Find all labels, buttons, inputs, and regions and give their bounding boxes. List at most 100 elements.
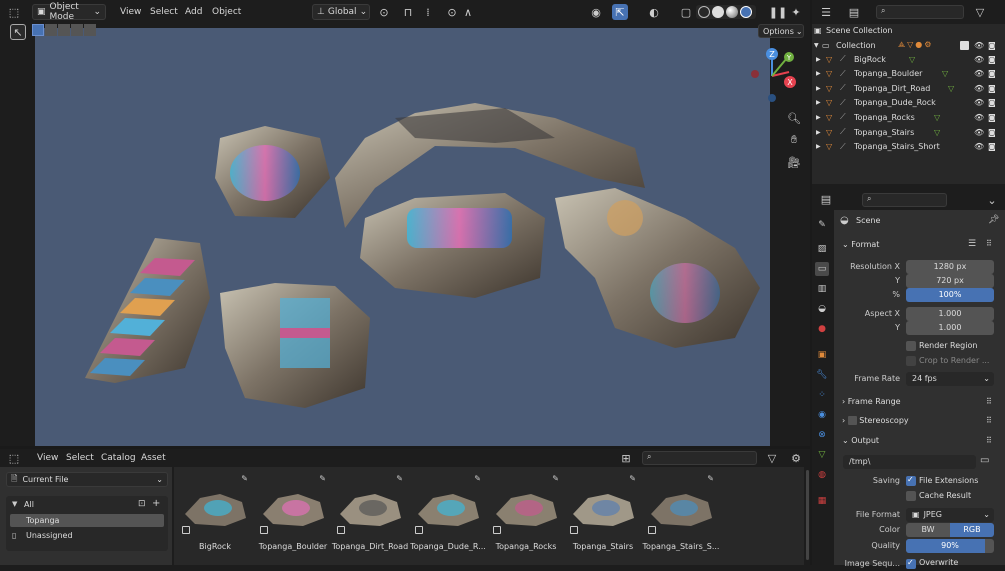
add-icon[interactable]: + [152, 498, 160, 509]
outliner-search-field[interactable]: ⌕ [876, 5, 964, 19]
snap-target-icon[interactable]: ⁞ [420, 4, 436, 20]
filter-icon[interactable]: ▽ [764, 450, 780, 466]
object-tab-icon[interactable]: ▣ [815, 348, 829, 362]
expand-arrow-icon[interactable]: ▶ [816, 56, 826, 63]
properties-search-field[interactable]: ⌕ [862, 193, 947, 207]
asset-editor-type-icon[interactable]: ⬚ [6, 450, 22, 466]
camera-view-icon[interactable]: 🎥︎ [786, 154, 802, 170]
file-extensions-checkbox[interactable] [906, 475, 916, 486]
eye-icon[interactable]: 👁︎ [974, 41, 984, 50]
gizmo-toggle-icon[interactable]: ⇱ [612, 4, 628, 20]
overlay-icon[interactable]: ◐ [646, 4, 662, 20]
snap-icon[interactable]: ⊓ [400, 4, 416, 20]
folder-icon[interactable]: ▭ [980, 455, 989, 466]
horizontal-divider[interactable] [0, 446, 810, 449]
data-tab-icon[interactable]: ▽ [815, 448, 829, 462]
filter-icon[interactable]: ▽ [972, 4, 988, 20]
resolution-pct-field[interactable]: 100% [906, 288, 994, 302]
modifier-tab-icon[interactable]: 🔧︎ [815, 368, 829, 382]
properties-editor-type-icon[interactable]: ▤ [818, 191, 834, 207]
editor-type-icon[interactable]: ⬚ [6, 4, 22, 20]
rendered-shading-icon[interactable] [740, 6, 752, 18]
asset-search-field[interactable]: ⌕ [642, 451, 757, 465]
asset-tile[interactable]: ✎ Topanga_Stairs [564, 470, 642, 560]
camera-icon[interactable]: ◙ [988, 113, 996, 122]
frame-range-panel-header[interactable]: › Frame Range [842, 394, 982, 410]
edit-icon[interactable]: ✎ [707, 474, 714, 483]
material-shading-icon[interactable] [726, 6, 738, 18]
physics-tab-icon[interactable]: ◉ [815, 408, 829, 422]
output-panel-header[interactable]: ⌄ Output [842, 433, 982, 449]
drag-handle-icon[interactable]: ⠿ [986, 436, 992, 445]
hand-pan-icon[interactable]: ✋︎ [786, 132, 802, 148]
zoom-icon[interactable]: 🔍︎ [786, 110, 802, 126]
gear-icon[interactable]: ⚙ [788, 450, 804, 466]
eye-icon[interactable]: 👁︎ [974, 128, 984, 137]
resolution-x-field[interactable]: 1280 px [906, 260, 994, 274]
camera-icon[interactable]: ◙ [988, 84, 996, 93]
menu-select[interactable]: Select [146, 4, 182, 20]
world-tab-icon[interactable]: ● [815, 322, 829, 336]
material-tab-icon[interactable]: ◍ [815, 468, 829, 482]
new-catalog-icon[interactable]: ⊡ [138, 499, 146, 509]
pause-icon[interactable]: ❚❚ [769, 4, 787, 20]
outliner-item[interactable]: ▶ ▽ ⟋ Topanga_Dude_Rock 👁︎ ◙ [814, 96, 1003, 110]
format-panel-header[interactable]: ⌄ Format [842, 237, 1002, 253]
camera-icon[interactable]: ◙ [988, 69, 996, 78]
expand-arrow-icon[interactable]: ▶ [816, 114, 826, 121]
edit-icon[interactable]: ✎ [241, 474, 248, 483]
menu-add[interactable]: Add [181, 4, 206, 20]
asset-tile[interactable]: ✎ Topanga_Stairs_S... [642, 470, 720, 560]
render-tab-icon[interactable]: ▨ [815, 242, 829, 256]
edit-icon[interactable]: ✎ [552, 474, 559, 483]
falloff-icon[interactable]: ∧ [460, 4, 476, 20]
xray-icon[interactable]: ▢ [678, 4, 694, 20]
eye-icon[interactable]: 👁︎ [974, 98, 984, 107]
catalog-topanga[interactable]: Topanga [10, 514, 164, 527]
constraints-tab-icon[interactable]: ⊗ [815, 428, 829, 442]
crop-checkbox[interactable] [906, 356, 916, 366]
transform-orientation-dropdown[interactable]: ⊥ Global ⌄ [312, 4, 370, 20]
library-dropdown[interactable]: 🗎︎ Current File ⌄ [6, 472, 168, 487]
expand-arrow-icon[interactable]: ▶ [816, 129, 826, 136]
outliner-collection[interactable]: ▼ ▭ Collection ⟁▽●⚙ 👁︎ ◙ [814, 38, 1003, 52]
outliner-item[interactable]: ▶ ▽ ⟋ Topanga_Boulder ▽ 👁︎ ◙ [814, 67, 1003, 81]
outliner-scene-collection[interactable]: ▣ Scene Collection [814, 23, 1003, 37]
presets-icon[interactable]: ☰ [968, 239, 976, 249]
file-format-dropdown[interactable]: ▣ JPEG ⌄ [906, 508, 994, 522]
cache-result-checkbox[interactable] [906, 491, 916, 501]
drag-handle-icon[interactable]: ⠿ [986, 397, 992, 406]
overwrite-checkbox[interactable] [906, 558, 916, 569]
asset-scrollbar[interactable] [806, 470, 809, 560]
render-preview-icon[interactable]: ✦ [788, 4, 804, 20]
exclude-checkbox[interactable] [960, 40, 969, 50]
aspect-y-field[interactable]: 1.000 [906, 321, 994, 335]
expand-arrow-icon[interactable]: ▶ [816, 143, 826, 150]
stereoscopy-checkbox[interactable] [847, 416, 857, 425]
display-filter-icon[interactable]: ▤ [846, 4, 862, 20]
asset-menu-asset[interactable]: Asset [137, 450, 170, 466]
aspect-x-field[interactable]: 1.000 [906, 307, 994, 321]
eye-icon[interactable]: 👁︎ [974, 55, 984, 64]
pin-icon[interactable]: 📌︎ [988, 215, 999, 225]
tool-tab-icon[interactable]: ✎ [815, 218, 829, 232]
outliner-editor-type-icon[interactable]: ☰ [818, 4, 834, 20]
proportional-edit-icon[interactable]: ⊙ [444, 4, 460, 20]
outliner-item[interactable]: ▶ ▽ ⟋ Topanga_Dirt_Road ▽ 👁︎ ◙ [814, 81, 1003, 95]
catalog-all[interactable]: All [24, 500, 34, 509]
particles-tab-icon[interactable]: ⁘ [815, 388, 829, 402]
wireframe-shading-icon[interactable] [698, 6, 710, 18]
color-bw-button[interactable]: BW [906, 523, 950, 537]
navigation-gizmo[interactable]: X Z Y [745, 46, 800, 106]
pivot-icon[interactable]: ⊙ [376, 4, 392, 20]
stereoscopy-panel-header[interactable]: › Stereoscopy [842, 413, 982, 429]
select-tool-icon[interactable]: ↖ [10, 24, 26, 40]
outliner-item[interactable]: ▶ ▽ ⟋ Topanga_Stairs_Short 👁︎ ◙ [814, 140, 1003, 154]
texture-tab-icon[interactable]: ▦ [815, 494, 829, 508]
quality-slider[interactable]: 90% [906, 539, 994, 553]
menu-view[interactable]: View [116, 4, 145, 20]
color-rgb-button[interactable]: RGB [950, 523, 994, 537]
output-tab-icon[interactable]: ▭ [815, 262, 829, 276]
gizmo-neg-x[interactable] [751, 70, 759, 78]
eye-icon[interactable]: 👁︎ [974, 84, 984, 93]
